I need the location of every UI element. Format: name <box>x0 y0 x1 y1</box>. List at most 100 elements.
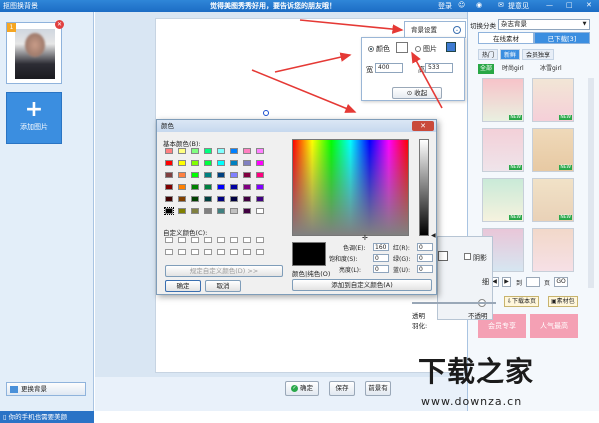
basic-color-swatch[interactable] <box>256 208 264 214</box>
basic-color-swatch[interactable] <box>217 160 225 166</box>
basic-color-swatch[interactable] <box>191 172 199 178</box>
change-background-button[interactable]: 更换背景 <box>6 382 86 396</box>
page-input[interactable] <box>526 277 540 287</box>
promo-popular[interactable]: 人气最高 <box>530 314 578 338</box>
define-custom-colors-button[interactable]: 规定自定义颜色(D) >> <box>165 265 283 277</box>
download-page-button[interactable]: ⇩下载本页 <box>504 296 540 307</box>
dialog-cancel-button[interactable]: 取消 <box>205 280 241 292</box>
basic-color-swatch[interactable] <box>191 196 199 202</box>
luminance-input[interactable]: 0 <box>373 265 389 273</box>
tab-downloaded[interactable]: 已下载[3] <box>534 32 590 44</box>
basic-color-swatch[interactable] <box>256 196 264 202</box>
background-settings-tab[interactable]: 背景设置 ⌄ <box>404 21 466 38</box>
basic-color-swatch[interactable] <box>217 208 225 214</box>
custom-color-swatch[interactable] <box>165 237 173 243</box>
next-page-button[interactable]: ▶ <box>502 277 511 287</box>
width-input[interactable]: 400 <box>375 63 403 73</box>
custom-color-swatch[interactable] <box>178 249 186 255</box>
basic-color-swatch[interactable] <box>243 148 251 154</box>
basic-color-swatch[interactable] <box>178 196 186 202</box>
custom-color-swatch[interactable] <box>165 249 173 255</box>
image-radio[interactable]: 图片 <box>415 44 437 54</box>
basic-color-swatch[interactable] <box>243 160 251 166</box>
color-spectrum[interactable] <box>292 139 409 236</box>
template-tile[interactable]: NEW <box>532 128 574 172</box>
custom-color-swatch[interactable] <box>256 249 264 255</box>
basic-color-swatch[interactable] <box>165 160 173 166</box>
height-input[interactable]: 533 <box>425 63 453 73</box>
shadow-color-swatch[interactable] <box>438 251 448 261</box>
custom-color-swatch[interactable] <box>217 249 225 255</box>
basic-color-swatch[interactable] <box>217 184 225 190</box>
color-radio[interactable]: 颜色 <box>368 44 390 54</box>
add-custom-color-button[interactable]: 添加到自定义颜色(A) <box>292 279 432 291</box>
basic-color-swatch[interactable] <box>178 208 186 214</box>
basic-color-swatch[interactable] <box>165 196 173 202</box>
saturation-input[interactable]: 0 <box>373 254 389 262</box>
basic-color-swatch[interactable] <box>204 160 212 166</box>
category-select[interactable]: 杂志背景 ▼ <box>498 19 590 30</box>
close-button[interactable]: ✕ <box>586 1 592 9</box>
basic-color-swatch[interactable] <box>178 160 186 166</box>
basic-color-swatch[interactable] <box>165 148 173 154</box>
basic-color-swatch[interactable] <box>165 172 173 178</box>
basic-color-swatch[interactable] <box>204 172 212 178</box>
minimize-button[interactable]: — <box>546 1 553 9</box>
template-tile[interactable] <box>532 228 574 272</box>
basic-color-swatch[interactable] <box>256 184 264 190</box>
custom-color-swatch[interactable] <box>243 237 251 243</box>
basic-color-swatch[interactable] <box>230 172 238 178</box>
green-input[interactable]: 0 <box>417 254 433 262</box>
subtab-vip[interactable]: 会员独享 <box>522 49 554 60</box>
basic-color-swatch[interactable] <box>178 184 186 190</box>
basic-color-swatch[interactable] <box>204 148 212 154</box>
save-button[interactable]: 保存 <box>329 381 355 396</box>
red-input[interactable]: 0 <box>417 243 433 251</box>
custom-color-swatch[interactable] <box>230 249 238 255</box>
maximize-button[interactable]: □ <box>566 1 573 9</box>
custom-color-swatch[interactable] <box>191 237 199 243</box>
basic-color-swatch[interactable] <box>204 184 212 190</box>
basic-color-swatch[interactable] <box>243 208 251 214</box>
switch-foreground-button[interactable]: 前景有 <box>365 381 391 396</box>
template-tile[interactable]: NEW <box>482 128 524 172</box>
close-icon[interactable]: ✕ <box>412 121 434 131</box>
basic-color-swatch[interactable] <box>191 148 199 154</box>
basic-color-swatch[interactable] <box>243 184 251 190</box>
template-tile[interactable]: NEW <box>532 178 574 222</box>
basic-color-swatch[interactable] <box>230 148 238 154</box>
basic-color-swatch[interactable] <box>165 184 173 190</box>
hue-input[interactable]: 160 <box>373 243 389 251</box>
filter-all[interactable]: 全部 <box>478 64 495 74</box>
skin-icon[interactable]: ◉ <box>476 1 482 9</box>
basic-color-swatch[interactable] <box>256 172 264 178</box>
basic-color-swatch[interactable] <box>217 172 225 178</box>
add-image-button[interactable]: + 添加图片 <box>6 92 62 144</box>
blue-input[interactable]: 0 <box>417 265 433 273</box>
basic-color-swatch[interactable] <box>243 196 251 202</box>
basic-color-swatch[interactable] <box>230 160 238 166</box>
basic-color-swatch[interactable] <box>178 148 186 154</box>
tab-online[interactable]: 在线素材 <box>478 32 534 44</box>
ok-button[interactable]: ✓ 确定 <box>285 381 319 396</box>
basic-color-swatch[interactable] <box>217 148 225 154</box>
basic-color-swatch[interactable] <box>191 208 199 214</box>
basic-color-swatch[interactable] <box>178 172 186 178</box>
basic-color-swatch[interactable] <box>164 207 174 215</box>
feedback-link[interactable]: 提意见 <box>508 1 529 11</box>
basic-color-swatch[interactable] <box>217 196 225 202</box>
custom-color-swatch[interactable] <box>178 237 186 243</box>
luminance-bar[interactable] <box>419 139 429 236</box>
image-thumbnail[interactable]: 1 ✕ <box>6 20 64 84</box>
basic-color-swatch[interactable] <box>191 160 199 166</box>
rotate-handle[interactable] <box>263 110 269 116</box>
basic-color-swatch[interactable] <box>204 208 212 214</box>
status-bar[interactable]: ▯ 你的手机也需要美颜 <box>0 411 94 423</box>
filter-fashion-girl[interactable]: 时尚girl <box>502 64 524 74</box>
basic-color-swatch[interactable] <box>230 196 238 202</box>
basic-color-swatch[interactable] <box>230 208 238 214</box>
image-picker-icon[interactable] <box>446 42 456 52</box>
template-tile[interactable]: NEW <box>482 178 524 222</box>
color-swatch[interactable] <box>396 42 408 53</box>
dialog-ok-button[interactable]: 确定 <box>165 280 201 292</box>
